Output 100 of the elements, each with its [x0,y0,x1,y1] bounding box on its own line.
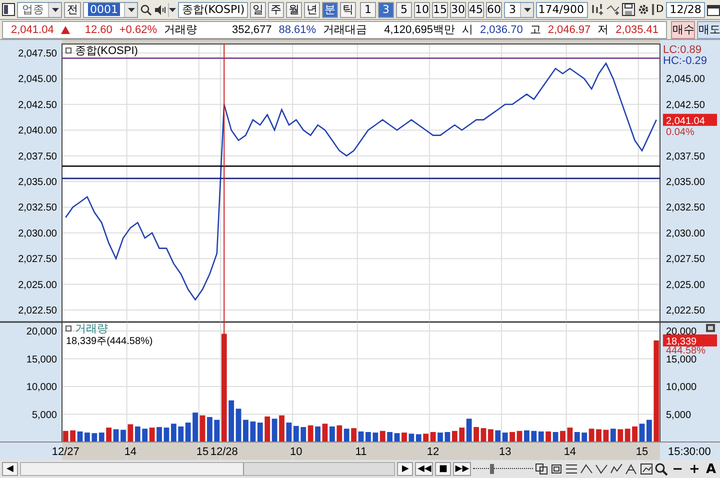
line-tool-icon[interactable] [606,3,620,16]
low-label: 저 [598,23,609,37]
axis-label: 2,042.50 [666,100,705,111]
time-label: 15 [196,446,209,458]
mode-button[interactable]: 전 [64,2,81,18]
settings-icon[interactable] [637,3,650,16]
interval-button[interactable]: 5 [396,2,412,18]
axis-label: 2,037.50 [18,151,57,162]
drawing-tool-icon[interactable] [565,463,578,475]
percent-label: 0.04% [666,126,694,138]
percent-label: 444.58% [666,345,706,356]
period-tab[interactable]: 월 [286,2,302,18]
time-label: 12/28 [210,446,238,458]
volume-bar [474,427,479,442]
navigation-button[interactable]: ▶ [397,462,414,476]
volume-bar [524,430,530,442]
time-label: 14 [564,446,576,458]
axis-label: 2,032.50 [18,202,57,214]
period-tab[interactable]: 분 [322,2,338,18]
axis-label: 2,027.50 [18,254,57,266]
volume-bar [596,429,602,442]
scroll-left-button[interactable]: ◀ [2,462,18,476]
period-tab[interactable]: 주 [268,2,284,18]
time-label: 13 [498,446,512,458]
sell-button[interactable]: 매도 [697,20,720,38]
interval-button[interactable]: 10 [414,2,430,18]
code-field[interactable]: 0001 [83,2,138,18]
axis-label: 10,000 [666,382,697,393]
period-tab[interactable]: 년 [304,2,320,18]
open-price: 2,036.70 [480,24,523,36]
buy-button[interactable]: 매수 [671,20,696,38]
speaker-icon[interactable] [154,4,166,16]
name-field[interactable]: 종합(KOSPI) [178,2,248,18]
count-field[interactable]: 174/900 [536,2,588,18]
navigation-button[interactable]: ◀◀ [415,462,434,476]
amount-value: 4,120,695백만 [384,23,455,37]
volume-bar [243,420,248,442]
volume-bar [351,428,356,442]
zoom-slider[interactable] [473,462,534,476]
axis-label: 2,025.00 [666,280,705,291]
interval-button[interactable]: 60 [486,2,502,18]
zoom-in-button[interactable]: + [687,462,702,476]
interval-button[interactable]: 30 [450,2,466,18]
volume-bar [516,430,522,442]
drawing-tool-icon[interactable] [610,463,624,475]
volume-label: 거래량 [164,23,197,37]
price-change: 12.60 [84,24,112,36]
axis-label: 20,000 [26,326,57,338]
time-label: 14 [124,446,137,458]
font-button[interactable]: A [704,462,718,476]
axis-label: 2,037.50 [666,151,705,162]
volume-legend-value: 18,339주(444.58%) [66,336,153,347]
current-volume-badge: 18,339 [663,334,717,348]
search-icon[interactable] [140,4,152,16]
volume-bar [358,431,364,442]
market-combo[interactable]: 업종 [17,2,62,18]
maximize-icon[interactable] [706,324,715,332]
scrollbar[interactable] [20,462,396,476]
navigation-button[interactable]: ■ [435,462,452,476]
axis-label: 15,000 [666,354,697,366]
zoom-icon[interactable] [655,462,668,476]
drawing-tool-icon[interactable] [595,463,608,475]
volume-bar [646,420,652,442]
save-icon[interactable] [622,3,635,16]
chart-tool-icon[interactable] [590,3,604,16]
calendar-icon[interactable] [707,4,720,16]
drawing-tool-icon[interactable] [550,463,564,475]
axis-label: 2,035.00 [18,177,57,188]
drawing-tool-icon[interactable] [640,463,654,475]
axis-label: 2,022.50 [18,305,57,316]
volume-bar [366,432,371,442]
interval-button[interactable]: 1 [360,2,376,18]
volume-value: 352,677 [232,24,272,36]
drawing-tool-icon[interactable] [625,463,638,475]
interval-combo[interactable]: 3 [504,2,534,18]
axis-label: 2,030.00 [18,228,57,240]
checkbox-label: D [656,4,664,15]
dropdown-arrow-icon[interactable] [169,8,176,12]
drawing-tool-icon[interactable] [580,463,594,475]
interval-button[interactable]: 45 [468,2,484,18]
zoom-out-button[interactable]: − [670,462,686,476]
navigation-button[interactable]: ▶▶ [453,462,472,476]
volume-bar [279,415,284,442]
interval-button[interactable]: 3 [378,2,394,18]
axis-label: 2,030.00 [666,228,705,240]
up-triangle-icon [60,26,70,34]
axis-label: 15,000 [26,354,57,366]
period-tab[interactable]: 틱 [340,2,356,18]
dropdown-arrow-icon[interactable] [524,8,530,12]
period-tab[interactable]: 일 [250,2,266,18]
window-icon[interactable] [2,3,15,16]
dropdown-arrow-icon[interactable] [52,8,58,12]
drawing-tool-icon[interactable] [535,463,548,475]
hc-label: HC:-0.29 [663,55,708,67]
dropdown-arrow-icon[interactable] [128,8,134,12]
axis-label: 2,040.00 [18,126,57,137]
interval-button[interactable]: 15 [432,2,448,18]
open-label: 시 [462,23,473,37]
volume-bar [207,417,212,442]
legend-icon [66,48,72,54]
